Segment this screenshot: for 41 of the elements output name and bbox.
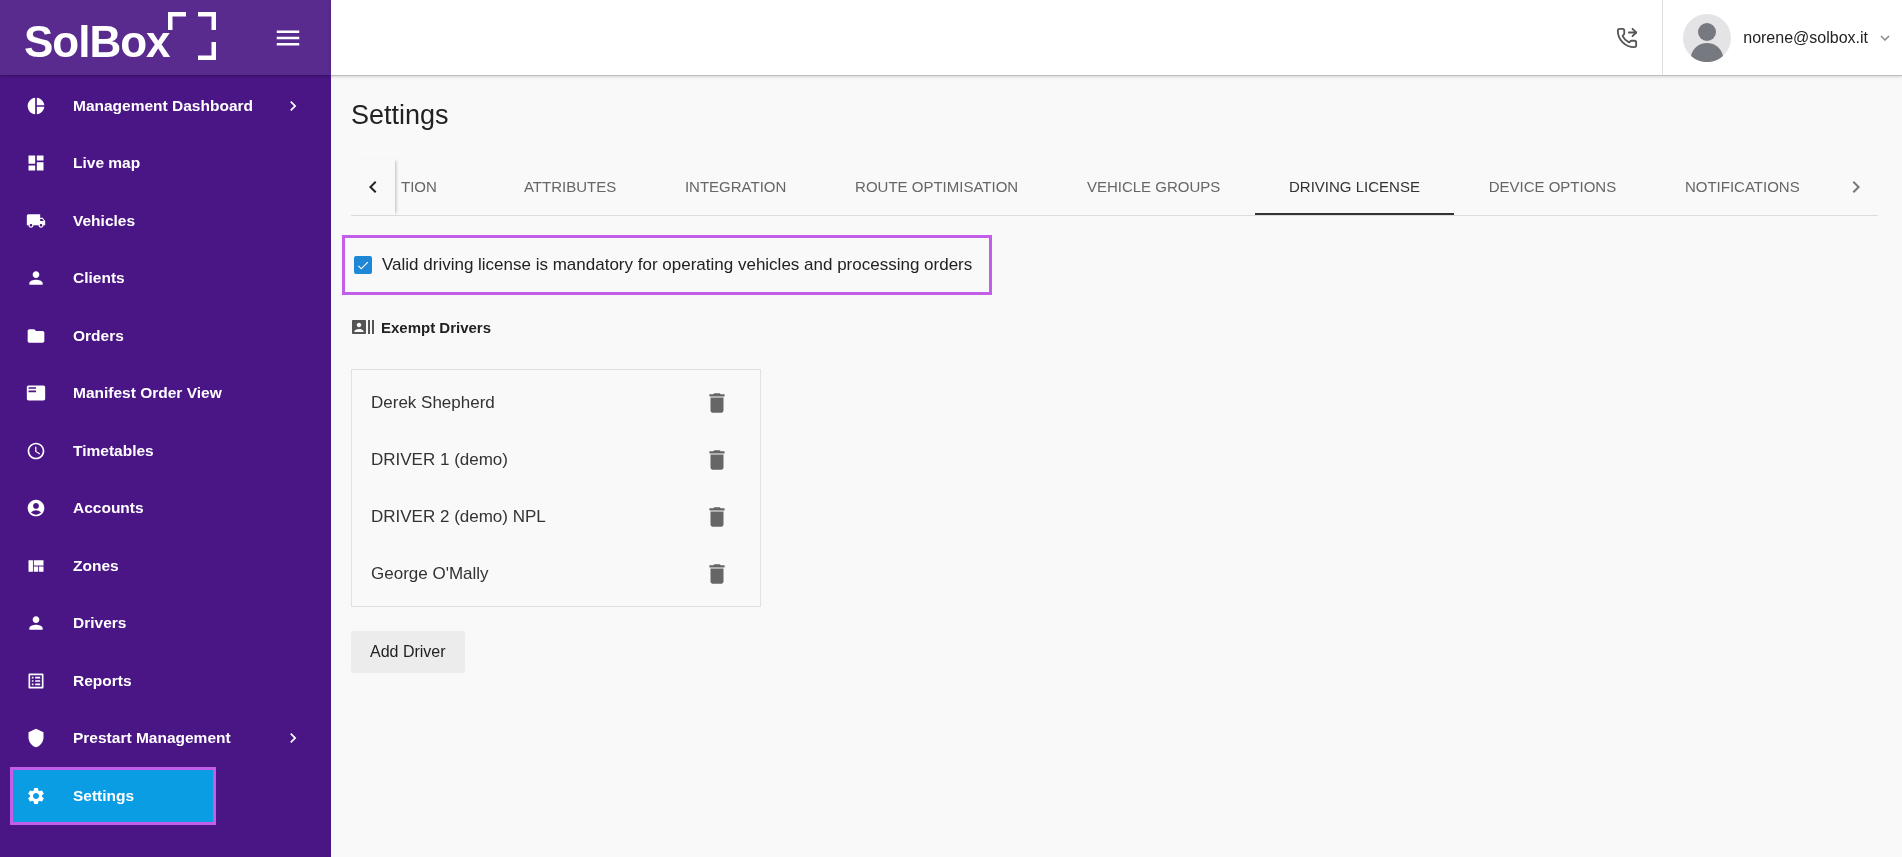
sidebar-item[interactable]: Clients <box>0 249 331 307</box>
checkbox[interactable] <box>354 256 372 274</box>
section-title: Exempt Drivers <box>381 318 492 336</box>
phone-forward-icon <box>1616 26 1639 49</box>
sidebar-item[interactable]: Management Dashboard <box>0 77 331 135</box>
tab[interactable]: ATTRIBUTES <box>489 159 651 215</box>
shield-icon <box>26 728 46 749</box>
chevron-down-icon <box>1880 34 1890 41</box>
tab[interactable]: DEVICE OPTIONS <box>1454 159 1651 215</box>
tab[interactable]: ROUTE OPTIMISATION <box>820 159 1053 215</box>
card-list-icon <box>26 383 46 404</box>
driver-name: DRIVER 2 (demo) NPL <box>371 506 546 527</box>
pie-chart-icon <box>26 95 46 116</box>
avatar-icon <box>1683 13 1732 62</box>
tab[interactable]: INTEGRATION <box>650 159 821 215</box>
driver-name: DRIVER 1 (demo) <box>371 449 508 470</box>
clock-icon <box>26 440 46 461</box>
sidebar-item[interactable]: Timetables <box>0 422 331 480</box>
logo-text: SolBox <box>24 19 170 64</box>
add-driver-button[interactable]: Add Driver <box>351 631 465 673</box>
tab[interactable]: NOTIFICATIONS <box>1650 159 1835 215</box>
settings-icon <box>26 785 46 806</box>
sidebar-item[interactable]: Zones <box>0 537 331 595</box>
sidebar-item[interactable]: Reports <box>0 652 331 710</box>
tab[interactable]: DRIVING LICENSE <box>1254 159 1455 215</box>
tab[interactable]: VEHICLE GROUPS <box>1052 159 1255 215</box>
tab[interactable]: TION <box>395 159 490 215</box>
sidebar-item[interactable]: Manifest Order View <box>0 364 331 422</box>
sidebar-item[interactable]: Prestart Management <box>0 709 331 767</box>
checkbox-label: Valid driving license is mandatory for operating vehicles and processing orders <box>382 255 973 275</box>
dashboard-icon <box>26 153 46 174</box>
sidebar-item[interactable]: Live map <box>0 134 331 192</box>
sidebar-item[interactable]: Vehicles <box>0 192 331 250</box>
user-menu-button[interactable]: norene@solbox.it <box>1663 0 1902 75</box>
page-title: Settings <box>351 100 450 131</box>
license-option[interactable]: Valid driving license is mandatory for operating vehicles and processing orders <box>342 235 993 295</box>
sidebar-item[interactable]: Accounts <box>0 479 331 537</box>
sidebar-item[interactable]: Orders <box>0 307 331 365</box>
driver-name: George O'Mally <box>371 563 489 584</box>
sidebar-item[interactable]: Drivers <box>0 594 331 652</box>
driver-name: Derek Shepherd <box>371 392 495 413</box>
